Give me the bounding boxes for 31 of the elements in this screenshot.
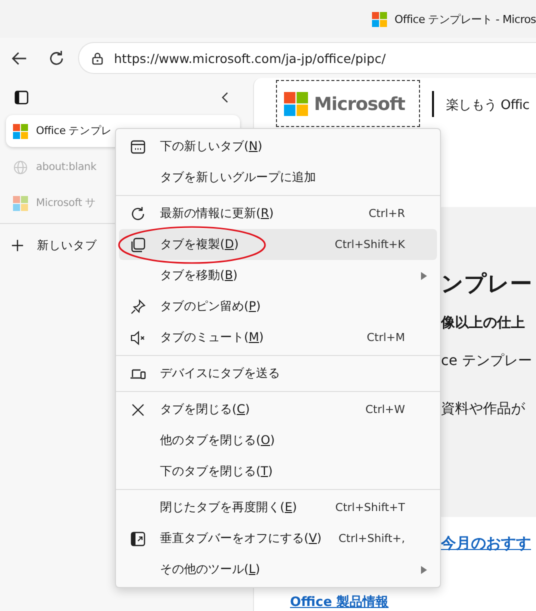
- body-text: ce テンプレー: [441, 352, 533, 370]
- keyboard-shortcut: Ctrl+R: [368, 207, 405, 220]
- menu-item-label: 閉じたタブを再度開く(E): [160, 499, 298, 516]
- menu-item-label: タブを複製(D): [160, 236, 240, 253]
- site-title: 楽しもう Offic: [446, 97, 530, 114]
- body-text: 資料や作品が: [441, 400, 526, 418]
- tab-title: Microsoft サ: [36, 196, 96, 210]
- tab-title: Office テンプレート - Micros: [394, 12, 536, 26]
- tab-title: Office テンプレ: [36, 124, 112, 138]
- menu-item-label: 他のタブを閉じる(O): [160, 432, 276, 449]
- keyboard-shortcut: Ctrl+Shift+K: [334, 238, 405, 251]
- brand-name: Microsoft: [314, 94, 406, 114]
- tab-title: about:blank: [36, 161, 96, 173]
- menu-item-label: 下の新しいタブ(N): [160, 138, 264, 155]
- keyboard-shortcut: Ctrl+Shift+,: [338, 532, 405, 545]
- page-heading: ンプレー: [441, 271, 533, 299]
- keyboard-shortcut: Ctrl+M: [366, 331, 405, 344]
- menu-item-label: タブを移動(B): [160, 267, 239, 284]
- menu-item-label: 下のタブを閉じる(T): [160, 463, 274, 480]
- keyboard-shortcut: Ctrl+Shift+T: [335, 501, 405, 514]
- menu-item-label: タブを新しいグループに追加: [160, 169, 317, 186]
- url-text: https://www.microsoft.com/ja-jp/office/pipc/: [114, 50, 386, 66]
- page-subheading: 像以上の仕上: [441, 314, 526, 332]
- menu-item-label: 最新の情報に更新(R): [160, 205, 275, 222]
- menu-item-label: タブのピン留め(P): [160, 298, 262, 315]
- menu-item-label: 垂直タブバーをオフにする(V): [160, 530, 323, 547]
- menu-item-label: タブのミュート(M): [160, 329, 265, 346]
- menu-item-label: その他のツール(L): [160, 561, 262, 578]
- menu-item-label: タブを閉じる(C): [160, 401, 251, 418]
- menu-item-label: デバイスにタブを送る: [160, 365, 281, 382]
- keyboard-shortcut: Ctrl+W: [365, 403, 405, 416]
